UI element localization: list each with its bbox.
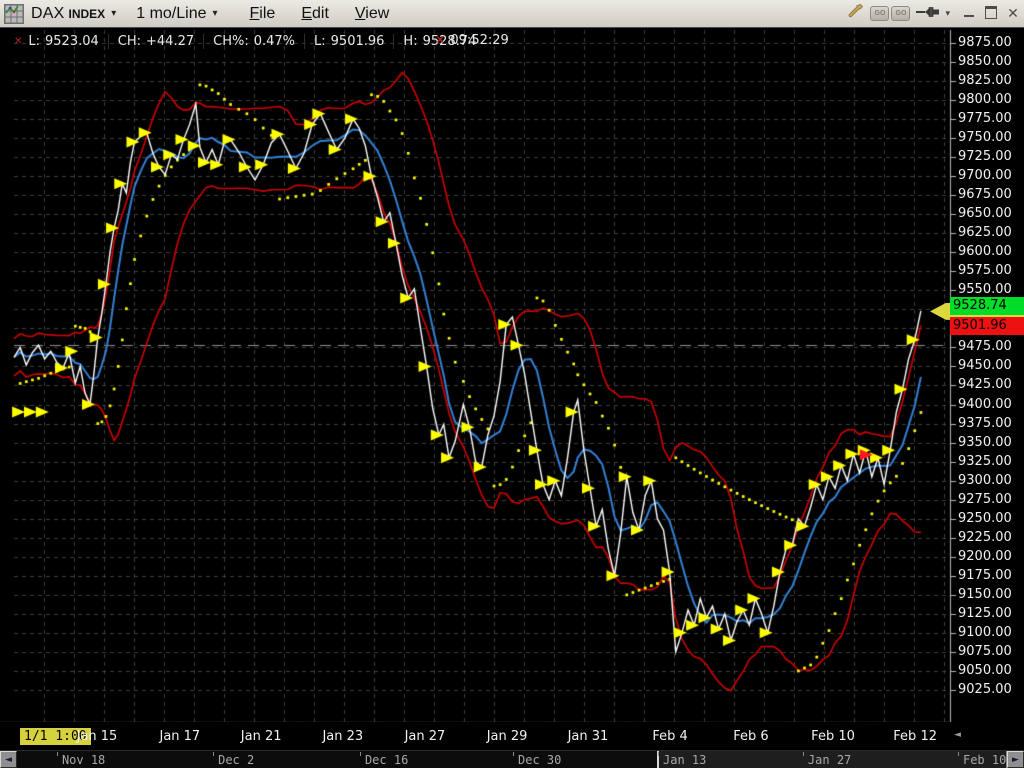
close-indicator-icon[interactable]: ✕ <box>14 36 22 47</box>
wrench-icon[interactable] <box>848 3 864 24</box>
scroll-left-button[interactable]: ◄ <box>0 751 17 768</box>
minimize-button[interactable] <box>958 6 980 22</box>
scrollbar-date-label: Dec 30 <box>518 753 561 767</box>
scrollbar-tick <box>57 752 58 756</box>
scrollbar-date-label: Nov 18 <box>62 753 105 767</box>
y-axis-label: 9050.00 <box>958 664 1024 678</box>
quote-fields: L:9523.04CH:+44.27CH%:0.47%L:9501.96H:95… <box>28 34 494 49</box>
x-axis-label: Jan 27 <box>405 729 446 744</box>
y-axis-label: 9350.00 <box>958 436 1024 450</box>
y-axis-label: 9800.00 <box>958 93 1024 107</box>
security-type-label[interactable]: INDEX <box>69 7 106 21</box>
y-axis-label: 9875.00 <box>958 36 1024 50</box>
y-axis-label: 9850.00 <box>958 55 1024 69</box>
y-axis-label: 9250.00 <box>958 512 1024 526</box>
close-button[interactable]: ✕ <box>1002 5 1024 22</box>
link-go-icon-2[interactable]: GO <box>891 6 910 21</box>
x-axis-label: Jan 31 <box>568 729 609 744</box>
scrollbar-date-label: Dec 2 <box>218 753 254 767</box>
y-axis-label: 9275.00 <box>958 493 1024 507</box>
chart-window: DAX INDEX ▾ 1 mo/Line ▾ File Edit View G… <box>0 0 1024 768</box>
x-axis-label: Jan 17 <box>159 729 200 744</box>
link-go-icon-1[interactable]: GO <box>870 6 889 21</box>
scrollbar-tick <box>803 752 804 756</box>
y-axis-label: 9600.00 <box>958 245 1024 259</box>
y-axis-label: 9625.00 <box>958 226 1024 240</box>
y-axis-label: 9150.00 <box>958 588 1024 602</box>
y-axis-label: 9450.00 <box>958 359 1024 373</box>
clock-group: ✕ 09:52:29 <box>436 33 509 48</box>
y-axis-label: 9225.00 <box>958 531 1024 545</box>
y-axis-label: 9300.00 <box>958 474 1024 488</box>
title-bar: DAX INDEX ▾ 1 mo/Line ▾ File Edit View G… <box>0 0 1024 28</box>
x-axis-label: Feb 6 <box>733 729 768 744</box>
y-axis-label: 9775.00 <box>958 112 1024 126</box>
high-price-tag: 9528.74 <box>950 297 1024 315</box>
x-axis-label: Jan 15 <box>77 729 118 744</box>
scrollbar-date-label: Dec 16 <box>365 753 408 767</box>
scrollbar-date-label: Jan 27 <box>808 753 851 767</box>
chart-plot-area[interactable] <box>0 0 1024 768</box>
y-axis-label: 9675.00 <box>958 188 1024 202</box>
period-selector[interactable]: 1 mo/Line <box>136 5 206 23</box>
scrollbar-tick <box>658 752 659 756</box>
period-dropdown-caret-icon[interactable]: ▾ <box>212 8 217 19</box>
y-axis-label: 9700.00 <box>958 169 1024 183</box>
axis-scroll-icon[interactable]: ◄ <box>954 730 961 740</box>
quote-field: L:9501.96 <box>314 34 394 49</box>
menu-edit[interactable]: Edit <box>301 5 329 23</box>
scrollbar-date-label: Feb 10 <box>963 753 1006 767</box>
quote-field: CH%:0.47% <box>213 34 305 49</box>
scrollbar-date-label: Jan 13 <box>663 753 706 767</box>
y-axis-label: 9825.00 <box>958 74 1024 88</box>
scrollbar-tick <box>958 752 959 756</box>
scrollbar-tick <box>513 752 514 756</box>
x-axis-label: Jan 23 <box>322 729 363 744</box>
y-axis-label: 9750.00 <box>958 131 1024 145</box>
x-axis: 1/1 1:00 Jan 15Jan 17Jan 21Jan 23Jan 27J… <box>0 722 1024 750</box>
x-axis-label: Jan 29 <box>487 729 528 744</box>
pin-icon[interactable] <box>916 5 940 23</box>
y-axis-label: 9200.00 <box>958 550 1024 564</box>
menu-file[interactable]: File <box>250 5 276 23</box>
quote-field: L:9523.04 <box>28 34 108 49</box>
scrollbar-tick <box>213 752 214 756</box>
scroll-right-button[interactable]: ► <box>1007 751 1024 768</box>
maximize-button[interactable] <box>980 6 1002 22</box>
scrollbar-tick <box>360 752 361 756</box>
y-axis-label: 9425.00 <box>958 378 1024 392</box>
x-axis-label: Feb 12 <box>893 729 937 744</box>
y-axis-label: 9650.00 <box>958 207 1024 221</box>
y-axis-label: 9725.00 <box>958 150 1024 164</box>
y-axis-label: 9175.00 <box>958 569 1024 583</box>
x-axis-label: Jan 21 <box>241 729 282 744</box>
security-dropdown-caret-icon[interactable]: ▾ <box>111 8 116 19</box>
quote-info-bar: ✕ L:9523.04CH:+44.27CH%:0.47%L:9501.96H:… <box>14 33 494 49</box>
y-axis-label: 9550.00 <box>958 283 1024 297</box>
security-name[interactable]: DAX <box>31 5 65 23</box>
low-price-tag: 9501.96 <box>950 317 1024 335</box>
y-axis-label: 9325.00 <box>958 455 1024 469</box>
x-axis-label: Feb 10 <box>811 729 855 744</box>
y-axis-label: 9475.00 <box>958 340 1024 354</box>
y-axis-label: 9100.00 <box>958 626 1024 640</box>
menu-view[interactable]: View <box>355 5 389 23</box>
y-axis-label: 9400.00 <box>958 398 1024 412</box>
time-scrollbar[interactable]: Nov 18 Dec 2 Dec 16 Dec 30 Jan 13 Jan 27 Feb 1… <box>0 750 1024 768</box>
x-axis-label: Feb 4 <box>652 729 687 744</box>
y-axis-label: 9075.00 <box>958 645 1024 659</box>
clock-text: 09:52:29 <box>450 33 508 48</box>
y-axis-label: 9125.00 <box>958 607 1024 621</box>
app-chart-grid-icon <box>4 4 24 24</box>
y-axis-label: 9025.00 <box>958 683 1024 697</box>
y-axis-label: 9375.00 <box>958 417 1024 431</box>
pin-dropdown-caret-icon[interactable]: ▾ <box>945 8 950 19</box>
close-clock-icon[interactable]: ✕ <box>436 35 444 46</box>
y-axis-label: 9575.00 <box>958 264 1024 278</box>
quote-field: CH:+44.27 <box>118 34 204 49</box>
